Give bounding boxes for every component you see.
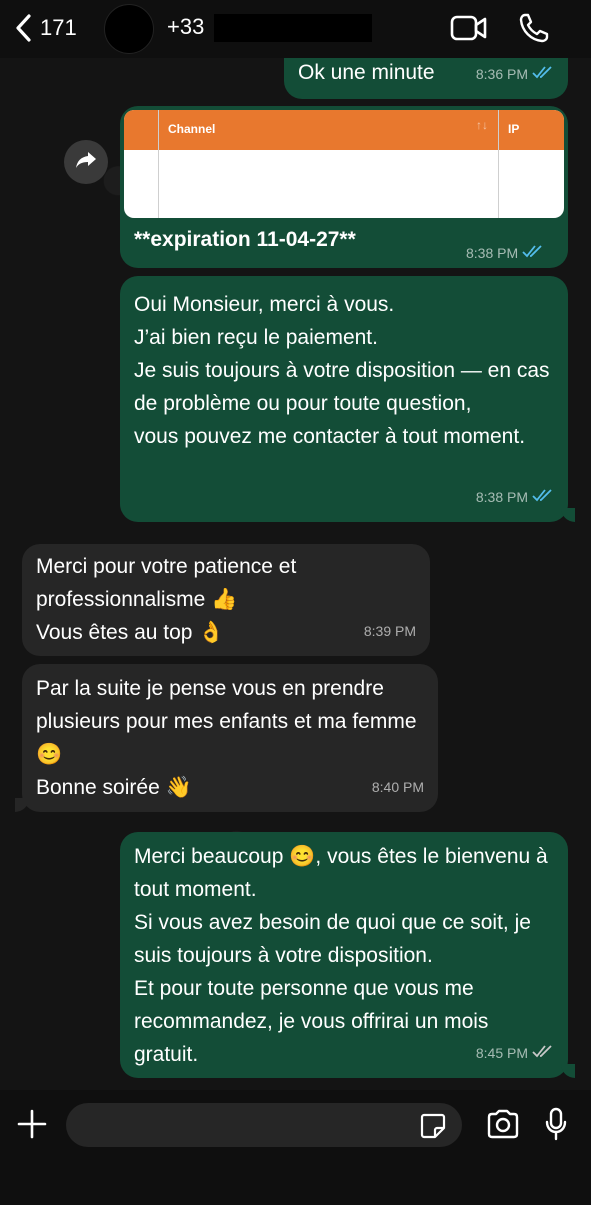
message-bubble-incoming[interactable]: Merci pour votre patience et professionn… bbox=[22, 544, 430, 656]
camera-button[interactable] bbox=[486, 1109, 520, 1144]
message-time: 8:38 PM bbox=[466, 244, 519, 261]
video-camera-icon bbox=[450, 15, 488, 46]
message-time: 8:40 PM bbox=[371, 779, 424, 795]
phone-icon bbox=[518, 13, 550, 48]
microphone-icon bbox=[544, 1107, 568, 1145]
message-bubble-outgoing[interactable]: Oui Monsieur, merci à vous. J’ai bien re… bbox=[120, 276, 575, 522]
message-bubble-incoming[interactable]: Par la suite je pense vous en prendre pl… bbox=[15, 664, 438, 812]
sticker-button[interactable] bbox=[420, 1113, 446, 1144]
video-call-button[interactable] bbox=[450, 14, 488, 47]
message-text: Oui Monsieur, merci à vous. J’ai bien re… bbox=[134, 293, 550, 448]
table-column-divider bbox=[498, 110, 499, 218]
table-column-divider bbox=[124, 110, 159, 218]
message-time: 8:39 PM bbox=[363, 623, 416, 639]
voice-call-button[interactable] bbox=[518, 12, 550, 49]
message-input[interactable] bbox=[66, 1103, 462, 1147]
message-bubble-outgoing[interactable]: Merci beaucoup 😊, vous êtes le bienvenu … bbox=[120, 832, 575, 1078]
table-header-ip: IP bbox=[508, 122, 520, 136]
message-text: **expiration 11-04-27** bbox=[134, 228, 356, 251]
unread-count: 171 bbox=[40, 15, 77, 40]
sort-icon: ↑↓ bbox=[476, 118, 488, 132]
message-meta: 8:36 PM bbox=[476, 58, 554, 91]
read-ticks-icon bbox=[532, 1037, 554, 1070]
back-button[interactable]: 171 bbox=[14, 10, 77, 46]
read-ticks-icon bbox=[522, 244, 544, 261]
forward-button[interactable] bbox=[64, 140, 108, 184]
table-header-channel: Channel bbox=[168, 122, 216, 136]
sticker-icon bbox=[420, 1113, 446, 1143]
message-time: 8:38 PM bbox=[475, 489, 528, 505]
message-time: 8:45 PM bbox=[475, 1045, 528, 1061]
forward-arrow-icon bbox=[74, 150, 98, 175]
attach-button[interactable] bbox=[16, 1108, 48, 1145]
message-time: 8:36 PM bbox=[475, 66, 528, 82]
message-text: Par la suite je pense vous en prendre pl… bbox=[36, 677, 417, 799]
chat-header: 171 +33 bbox=[0, 0, 591, 58]
forwarded-image[interactable]: Channel ↑↓ IP bbox=[124, 110, 564, 218]
message-meta: 8:38 PM bbox=[476, 481, 554, 514]
read-ticks-icon bbox=[532, 58, 554, 91]
avatar[interactable] bbox=[104, 4, 154, 54]
redacted-number bbox=[214, 14, 372, 42]
message-meta: 8:38 PM bbox=[466, 244, 544, 261]
contact-phone[interactable]: +33 bbox=[167, 14, 204, 40]
message-meta: 8:40 PM bbox=[372, 771, 424, 804]
message-text: Merci pour votre patience et professionn… bbox=[36, 555, 297, 644]
plus-icon bbox=[16, 1109, 48, 1144]
read-ticks-icon bbox=[532, 481, 554, 514]
chevron-left-icon bbox=[14, 13, 32, 43]
voice-message-button[interactable] bbox=[544, 1107, 568, 1146]
message-meta: 8:45 PM bbox=[476, 1037, 554, 1070]
message-meta: 8:39 PM bbox=[364, 615, 416, 648]
camera-icon bbox=[486, 1109, 520, 1143]
